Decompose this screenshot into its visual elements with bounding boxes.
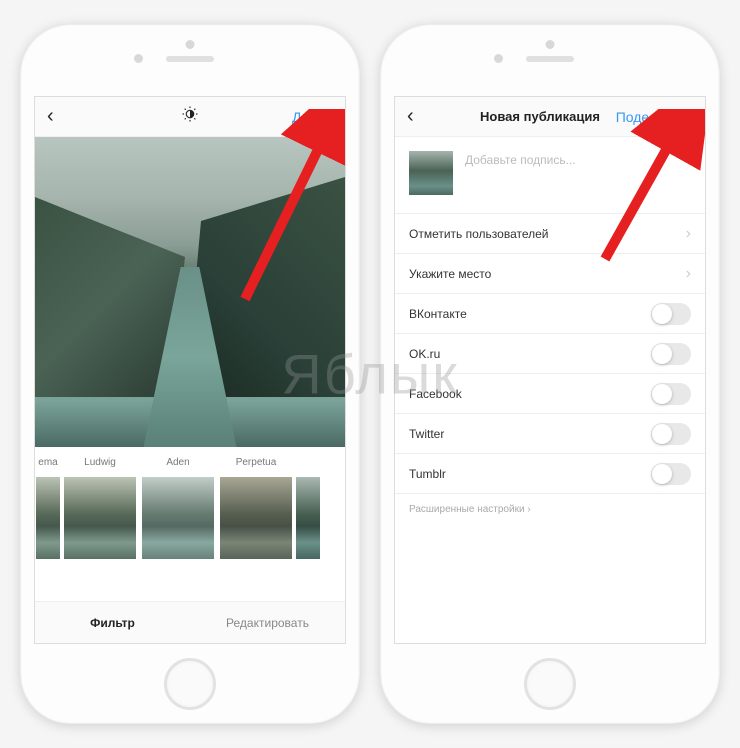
row-label: Facebook bbox=[409, 387, 462, 401]
filter-item[interactable]: ema bbox=[35, 457, 61, 563]
filter-thumb bbox=[220, 477, 292, 559]
toggle-switch[interactable] bbox=[651, 303, 691, 325]
tab-edit[interactable]: Редактировать bbox=[190, 602, 345, 643]
filter-thumb bbox=[64, 477, 136, 559]
back-button[interactable]: ‹ bbox=[47, 105, 107, 128]
chevron-left-icon: ‹ bbox=[407, 105, 414, 127]
header: ‹ Далее bbox=[35, 97, 345, 137]
filter-label bbox=[295, 457, 321, 473]
chevron-left-icon: ‹ bbox=[47, 105, 54, 127]
row-label: Tumblr bbox=[409, 467, 446, 481]
row-label: Twitter bbox=[409, 427, 444, 441]
sensor-dot bbox=[546, 40, 555, 49]
chevron-right-icon: › bbox=[527, 504, 530, 515]
filter-thumb bbox=[142, 477, 214, 559]
caption-row: Добавьте подпись... bbox=[395, 137, 705, 214]
photo-preview[interactable] bbox=[35, 137, 345, 447]
caption-thumbnail[interactable] bbox=[409, 151, 453, 195]
back-button[interactable]: ‹ bbox=[407, 105, 467, 128]
front-camera bbox=[494, 54, 503, 63]
phone-right: ‹ Новая публикация Поделиться Добавьте п… bbox=[380, 24, 720, 724]
brightness-button[interactable] bbox=[107, 105, 273, 128]
filter-item[interactable]: Perpetua bbox=[217, 457, 295, 563]
caption-input[interactable]: Добавьте подпись... bbox=[465, 151, 691, 167]
share-button[interactable]: Поделиться bbox=[613, 109, 693, 125]
screen-publish: ‹ Новая публикация Поделиться Добавьте п… bbox=[394, 96, 706, 644]
toggle-switch[interactable] bbox=[651, 463, 691, 485]
tab-filter[interactable]: Фильтр bbox=[35, 602, 190, 643]
toggle-switch[interactable] bbox=[651, 423, 691, 445]
home-button[interactable] bbox=[164, 658, 216, 710]
filter-item[interactable] bbox=[295, 457, 321, 563]
filter-label: ema bbox=[35, 457, 61, 473]
chevron-right-icon: › bbox=[686, 225, 691, 243]
row-label: OK.ru bbox=[409, 347, 440, 361]
row-label: Отметить пользователей bbox=[409, 227, 549, 241]
next-button[interactable]: Далее bbox=[273, 109, 333, 125]
header: ‹ Новая публикация Поделиться bbox=[395, 97, 705, 137]
front-camera bbox=[134, 54, 143, 63]
row-label: Укажите место bbox=[409, 267, 491, 281]
speaker-grille bbox=[526, 56, 574, 62]
brightness-icon bbox=[181, 105, 199, 128]
row-add-location[interactable]: Укажите место › bbox=[395, 254, 705, 294]
chevron-right-icon: › bbox=[686, 265, 691, 283]
sensor-dot bbox=[186, 40, 195, 49]
toggle-switch[interactable] bbox=[651, 343, 691, 365]
row-social-vkontakte[interactable]: ВКонтакте bbox=[395, 294, 705, 334]
page-title: Новая публикация bbox=[467, 109, 613, 124]
row-social-twitter[interactable]: Twitter bbox=[395, 414, 705, 454]
filter-strip[interactable]: ema Ludwig Aden Perpetua bbox=[35, 447, 345, 563]
row-social-tumblr[interactable]: Tumblr bbox=[395, 454, 705, 494]
filter-label: Perpetua bbox=[217, 457, 295, 473]
row-social-okru[interactable]: OK.ru bbox=[395, 334, 705, 374]
row-tag-users[interactable]: Отметить пользователей › bbox=[395, 214, 705, 254]
speaker-grille bbox=[166, 56, 214, 62]
row-label: Расширенные настройки bbox=[409, 504, 525, 515]
row-advanced-settings[interactable]: Расширенные настройки › bbox=[395, 494, 705, 525]
toggle-switch[interactable] bbox=[651, 383, 691, 405]
screen-filter: ‹ Далее ema Ludwig Aden bbox=[34, 96, 346, 644]
home-button[interactable] bbox=[524, 658, 576, 710]
filter-item[interactable]: Ludwig bbox=[61, 457, 139, 563]
filter-thumb bbox=[36, 477, 60, 559]
bottom-tabs: Фильтр Редактировать bbox=[35, 601, 345, 643]
row-social-facebook[interactable]: Facebook bbox=[395, 374, 705, 414]
filter-item[interactable]: Aden bbox=[139, 457, 217, 563]
phone-left: ‹ Далее ema Ludwig Aden bbox=[20, 24, 360, 724]
filter-thumb bbox=[296, 477, 320, 559]
filter-label: Aden bbox=[139, 457, 217, 473]
filter-label: Ludwig bbox=[61, 457, 139, 473]
row-label: ВКонтакте bbox=[409, 307, 467, 321]
